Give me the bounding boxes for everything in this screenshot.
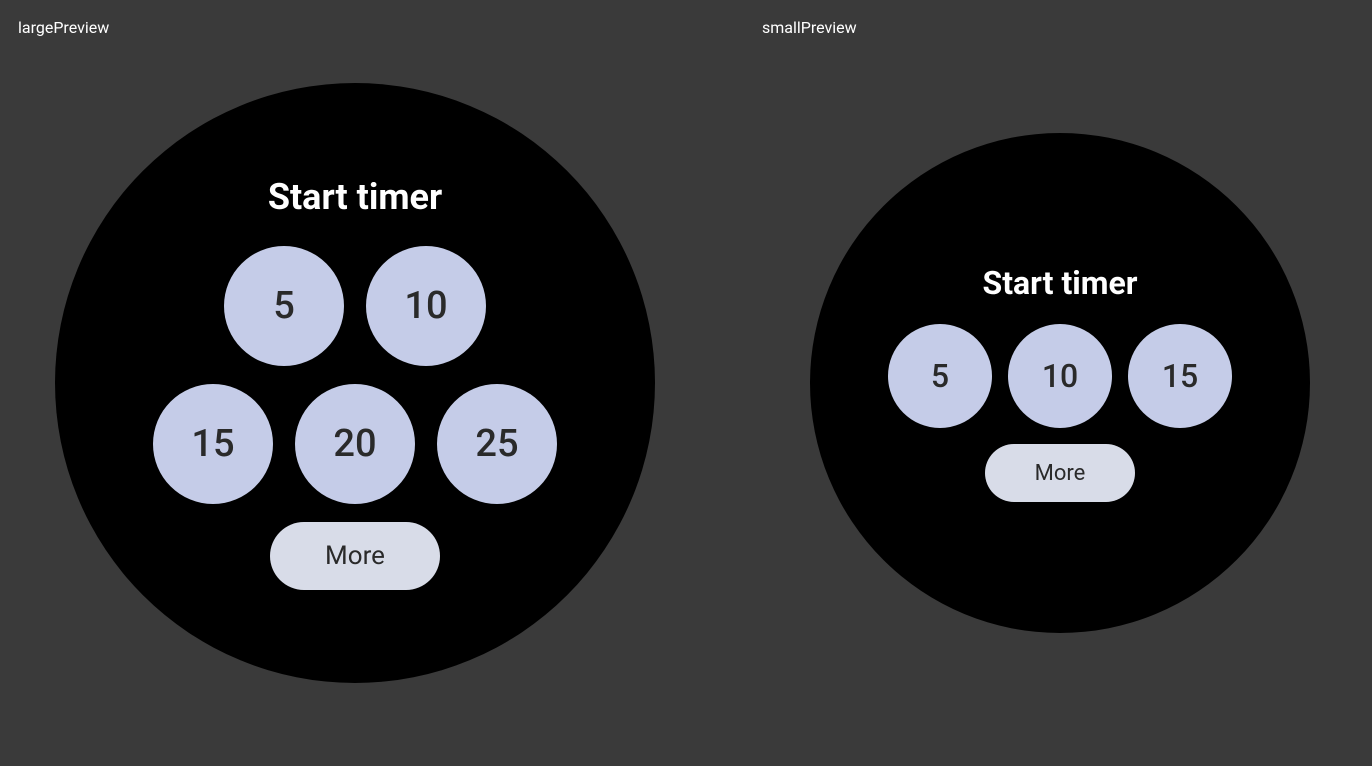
large-watch-preview: Start timer 5 10 15 20 25 More (55, 83, 655, 683)
small-row-1: 5 10 15 (888, 324, 1232, 428)
large-row-2: 15 20 25 (153, 384, 557, 504)
large-watch-title: Start timer (268, 176, 442, 218)
large-timer-15[interactable]: 15 (153, 384, 273, 504)
large-timer-5[interactable]: 5 (224, 246, 344, 366)
small-watch-title: Start timer (983, 264, 1138, 302)
small-timer-15[interactable]: 15 (1128, 324, 1232, 428)
large-button-grid: 5 10 15 20 25 More (153, 246, 557, 590)
large-row-1: 5 10 (224, 246, 486, 366)
large-timer-10[interactable]: 10 (366, 246, 486, 366)
small-timer-5[interactable]: 5 (888, 324, 992, 428)
large-timer-25[interactable]: 25 (437, 384, 557, 504)
small-more-button[interactable]: More (985, 444, 1135, 502)
large-timer-20[interactable]: 20 (295, 384, 415, 504)
small-preview-label: smallPreview (762, 18, 857, 37)
small-button-grid: 5 10 15 More (888, 324, 1232, 502)
large-preview-label: largePreview (18, 18, 109, 37)
large-more-button[interactable]: More (270, 522, 440, 590)
small-watch-preview: Start timer 5 10 15 More (810, 133, 1310, 633)
small-timer-10[interactable]: 10 (1008, 324, 1112, 428)
